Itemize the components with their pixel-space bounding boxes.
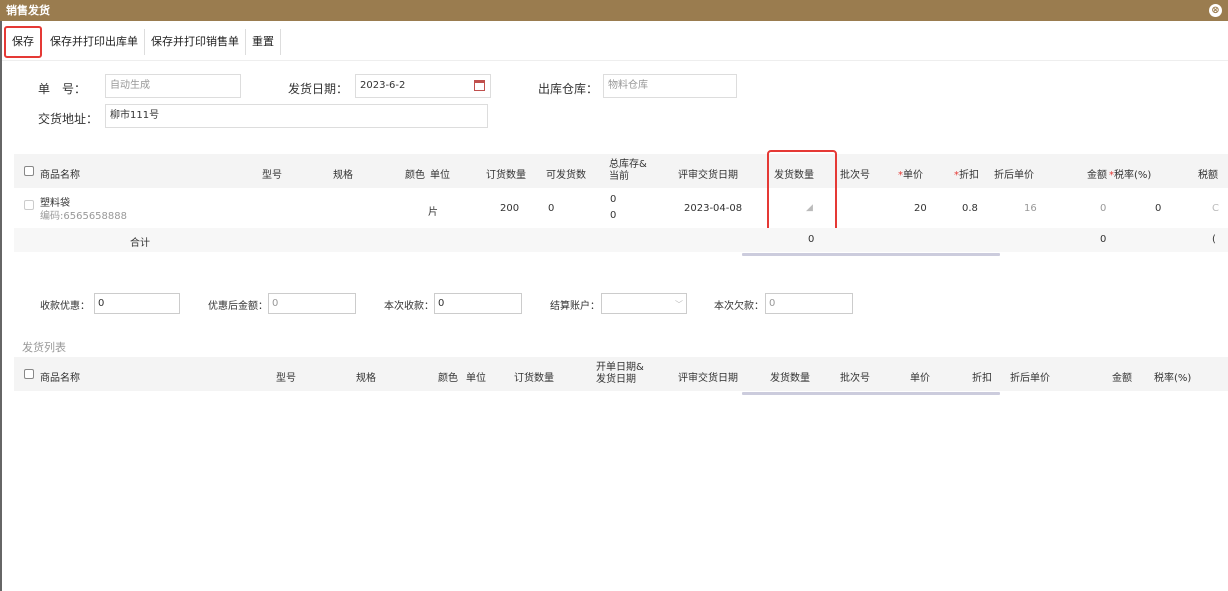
row-review-date: 2023-04-08	[684, 203, 743, 214]
toolbar: 保存 保存并打印出库单 保存并打印销售单 重置	[4, 26, 281, 58]
row-shippable: 0	[548, 203, 555, 214]
col-review-date: 评审交货日期	[678, 170, 738, 181]
reset-button[interactable]: 重置	[246, 29, 281, 55]
ship-list-title: 发货列表	[22, 341, 66, 354]
col-model: 型号	[262, 170, 282, 181]
window-titlebar: 销售发货 ⊗	[0, 0, 1228, 21]
address-input[interactable]: 柳市111号	[105, 104, 488, 128]
col-discount-label: 折扣	[959, 170, 979, 181]
toolbar-divider	[2, 60, 1228, 61]
col-color: 颜色	[405, 170, 425, 181]
save-button[interactable]: 保存	[4, 26, 42, 58]
ship-date-input[interactable]: 2023-6-2	[355, 74, 491, 98]
warehouse-input[interactable]: 物料仓库	[603, 74, 737, 98]
col-stock-line2: 当前	[609, 171, 629, 182]
owed-label: 本次欠款：	[714, 301, 764, 312]
sl-col-disc-price: 折后单价	[1010, 373, 1050, 384]
sl-col-dates-line2: 发货日期	[596, 374, 636, 385]
items-table-header: 商品名称 型号 规格 颜色 单位 订货数量 可发货数 总库存& 当前 评审交货日…	[14, 154, 1228, 188]
after-discount-label: 优惠后金额：	[208, 301, 268, 312]
row-code: 编码:6565658888	[40, 211, 127, 222]
col-stock: 总库存& 当前	[609, 159, 647, 183]
col-unit: 单位	[430, 170, 450, 181]
col-disc-price: 折后单价	[994, 170, 1034, 181]
ship-list-scrollbar[interactable]	[742, 392, 1000, 395]
sl-col-dates-line1: 开单日期&	[596, 362, 644, 373]
chevron-down-icon: ﹀	[675, 300, 683, 309]
col-name: 商品名称	[40, 170, 80, 181]
address-label: 交货地址：	[38, 112, 99, 126]
row-stock-total: 0	[610, 194, 617, 205]
ship-date-label: 发货日期：	[288, 82, 349, 96]
sl-col-model: 型号	[276, 373, 296, 384]
sl-col-unit: 单位	[466, 373, 486, 384]
sl-col-name: 商品名称	[40, 373, 80, 384]
row-discount[interactable]: 0.8	[962, 203, 978, 214]
col-amount: 金额	[1087, 170, 1107, 181]
ship-list-header: 商品名称 型号 规格 颜色 单位 订货数量 开单日期& 发货日期 评审交货日期 …	[14, 357, 1228, 391]
sl-col-order-qty: 订货数量	[514, 373, 554, 384]
ship-list-select-all-checkbox[interactable]	[24, 369, 34, 379]
sl-col-color: 颜色	[438, 373, 458, 384]
col-tax-amount: 税额	[1198, 170, 1218, 181]
row-tax-amount: C	[1212, 203, 1219, 214]
window-title: 销售发货	[6, 4, 50, 17]
row-unit: 片	[428, 207, 438, 218]
summary-row: 合计 0 0 (	[14, 228, 1228, 252]
select-all-checkbox[interactable]	[24, 166, 34, 176]
col-spec: 规格	[333, 170, 353, 181]
order-no-input[interactable]: 自动生成	[105, 74, 241, 98]
save-print-sales-button[interactable]: 保存并打印销售单	[145, 29, 246, 55]
discount-label: 收款优惠：	[40, 301, 90, 312]
owed-input[interactable]: 0	[765, 293, 853, 314]
close-icon[interactable]: ⊗	[1209, 4, 1222, 17]
row-price[interactable]: 20	[914, 203, 927, 214]
row-tax-rate[interactable]: 0	[1155, 203, 1161, 214]
table-scrollbar[interactable]	[742, 253, 1000, 256]
sl-col-ship-qty: 发货数量	[770, 373, 810, 384]
window-left-border	[0, 21, 2, 591]
summary-tax: (	[1212, 234, 1216, 245]
row-stock-current: 0	[610, 210, 617, 221]
row-checkbox[interactable]	[24, 200, 34, 210]
col-price-label: 单价	[903, 170, 923, 181]
discount-input[interactable]: 0	[94, 293, 180, 314]
col-tax-rate-label: 税率(%)	[1114, 170, 1152, 181]
received-input[interactable]: 0	[434, 293, 522, 314]
sl-col-price: 单价	[910, 373, 930, 384]
summary-amount: 0	[1100, 234, 1107, 245]
sl-col-batch: 批次号	[840, 373, 870, 384]
sl-col-amount: 金额	[1112, 373, 1132, 384]
col-tax-rate: *税率(%)	[1109, 166, 1151, 181]
col-discount: *折扣	[954, 166, 979, 181]
ship-qty-input[interactable]	[770, 192, 834, 222]
received-label: 本次收款：	[384, 301, 434, 312]
col-stock-line1: 总库存&	[609, 159, 647, 170]
row-disc-price: 16	[1024, 203, 1037, 214]
sl-col-discount: 折扣	[972, 373, 992, 384]
sl-col-tax-rate: 税率(%)	[1154, 373, 1192, 384]
sl-col-dates: 开单日期& 发货日期	[596, 362, 644, 386]
warehouse-label: 出库仓库：	[538, 82, 599, 96]
col-order-qty: 订货数量	[486, 170, 526, 181]
summary-label: 合计	[130, 238, 150, 249]
order-no-label: 单 号：	[38, 82, 87, 96]
after-discount-input[interactable]: 0	[268, 293, 356, 314]
sl-col-review-date: 评审交货日期	[678, 373, 738, 384]
col-batch: 批次号	[840, 170, 870, 181]
col-shippable: 可发货数	[546, 170, 586, 181]
save-print-outbound-button[interactable]: 保存并打印出库单	[44, 29, 145, 55]
account-label: 结算账户：	[550, 301, 600, 312]
col-price: *单价	[898, 166, 923, 181]
sl-col-spec: 规格	[356, 373, 376, 384]
row-order-qty: 200	[500, 203, 520, 214]
calendar-icon[interactable]	[474, 80, 485, 91]
row-amount: 0	[1100, 203, 1107, 214]
summary-ship-qty: 0	[808, 234, 815, 245]
